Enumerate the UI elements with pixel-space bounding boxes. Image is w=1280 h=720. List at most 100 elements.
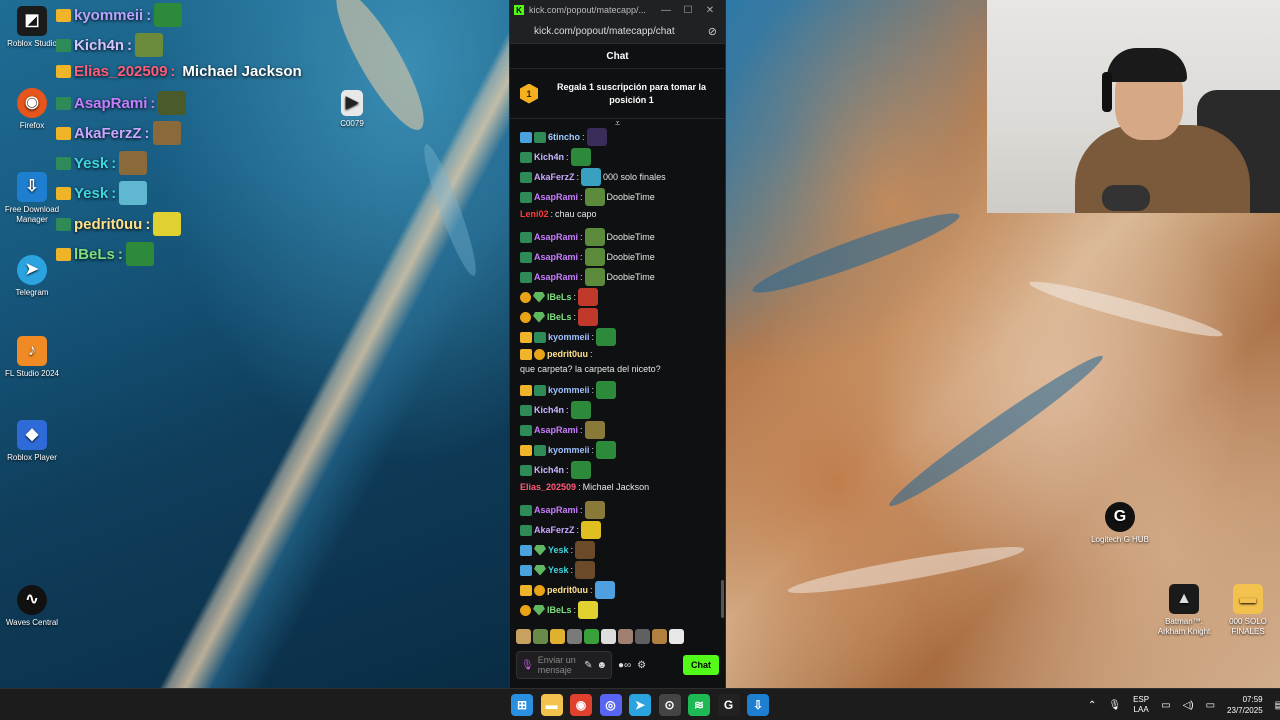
gift-badge-icon[interactable] bbox=[534, 584, 545, 596]
emote-image[interactable] bbox=[575, 541, 596, 559]
sub-badge-icon[interactable] bbox=[534, 384, 546, 396]
mod-badge-icon[interactable] bbox=[533, 291, 545, 303]
chat-message[interactable]: AsapRami: bbox=[520, 421, 716, 439]
clock[interactable]: 07:59 23/7/2025 bbox=[1227, 694, 1263, 716]
og-badge-icon[interactable] bbox=[520, 384, 532, 396]
chat-message[interactable]: AsapRami: DoobieTime bbox=[520, 228, 716, 246]
emote-image[interactable] bbox=[594, 581, 615, 599]
quick-emote-icon[interactable] bbox=[635, 628, 650, 644]
discord-icon[interactable]: ◎ bbox=[599, 694, 622, 716]
chat-message[interactable]: pedrit0uu: bbox=[520, 581, 716, 599]
chat-username[interactable]: kyommeii bbox=[548, 331, 590, 344]
chat-message[interactable]: lBeLs: bbox=[520, 288, 716, 306]
chat-message[interactable]: 6tincho: bbox=[520, 128, 716, 146]
battery-icon[interactable]: ▭ bbox=[1206, 700, 1215, 711]
chat-message[interactable]: kyommeii: bbox=[520, 441, 716, 459]
chat-username[interactable]: AsapRami bbox=[534, 271, 578, 284]
chat-scrollbar[interactable] bbox=[721, 580, 724, 618]
quick-emote-icon[interactable] bbox=[652, 628, 667, 644]
language-indicator[interactable]: ESP LAA bbox=[1133, 695, 1149, 715]
fdm-icon[interactable]: ⇩ bbox=[747, 694, 769, 716]
gift-badge-icon[interactable] bbox=[534, 349, 545, 360]
quick-emote-icon[interactable] bbox=[584, 628, 599, 644]
chat-username[interactable]: pedrit0uu bbox=[547, 584, 588, 597]
show-hidden-icons-icon[interactable]: ⌃ bbox=[1088, 700, 1096, 711]
emote-image[interactable] bbox=[596, 381, 617, 399]
emote-image[interactable] bbox=[578, 288, 599, 306]
sub-badge-icon[interactable] bbox=[520, 231, 532, 243]
emoji-icon[interactable]: ☻ bbox=[596, 660, 607, 671]
sub-badge-icon[interactable] bbox=[534, 444, 546, 456]
chat-username[interactable]: AsapRami bbox=[534, 424, 578, 437]
chat-username[interactable]: lBeLs bbox=[547, 311, 572, 324]
quick-emote-icon[interactable] bbox=[669, 628, 684, 644]
desktop-icon-video[interactable]: ▶ C0079 bbox=[320, 90, 384, 129]
chat-username[interactable]: AsapRami bbox=[534, 504, 578, 517]
desktop-icon-roblox-player[interactable]: ◆ Roblox Player bbox=[0, 420, 64, 463]
quick-emote-icon[interactable] bbox=[567, 628, 582, 644]
maximize-button[interactable]: ☐ bbox=[677, 5, 699, 16]
chat-username[interactable]: Elias_202509 bbox=[520, 481, 576, 494]
chrome-icon[interactable]: ◉ bbox=[570, 694, 592, 716]
sub-badge-icon[interactable] bbox=[520, 191, 532, 203]
chat-message[interactable]: AsapRami: DoobieTime bbox=[520, 188, 716, 206]
file-explorer-icon[interactable]: ▬ bbox=[540, 694, 563, 716]
logitech-icon[interactable]: G bbox=[717, 694, 740, 716]
emote-image[interactable] bbox=[578, 308, 599, 326]
quick-emote-icon[interactable] bbox=[550, 628, 565, 644]
minimize-button[interactable]: — bbox=[655, 5, 677, 16]
sub-badge-icon[interactable] bbox=[520, 151, 532, 163]
chat-username[interactable]: lBeLs bbox=[547, 291, 572, 304]
chat-username[interactable]: 6tincho bbox=[548, 131, 580, 144]
settings-gear-icon[interactable]: ⚙ bbox=[637, 660, 646, 671]
mod-badge-icon[interactable] bbox=[534, 544, 546, 556]
mod-badge-icon[interactable] bbox=[534, 564, 546, 576]
chat-username[interactable]: kyommeii bbox=[548, 384, 590, 397]
chat-username[interactable]: AkaFerzZ bbox=[534, 171, 575, 184]
sub-badge-icon[interactable] bbox=[520, 424, 532, 436]
chat-message[interactable]: AsapRami: DoobieTime bbox=[520, 268, 716, 286]
chat-message[interactable]: kyommeii: bbox=[520, 328, 716, 346]
chat-message[interactable]: AsapRami: bbox=[520, 501, 716, 519]
chat-message[interactable]: Yesk: bbox=[520, 561, 716, 579]
og-badge-icon[interactable] bbox=[520, 444, 532, 456]
gift-badge-icon[interactable] bbox=[520, 604, 531, 616]
emote-image[interactable] bbox=[596, 328, 617, 346]
pinned-gift-banner[interactable]: 1 Regala 1 suscripción para tomar la pos… bbox=[510, 69, 725, 119]
network-icon[interactable]: ▭ bbox=[1161, 700, 1170, 711]
desktop-icon-batman[interactable]: ▲ Batman™: Arkham Knight bbox=[1152, 584, 1216, 637]
chat-message[interactable]: AkaFerzZ: 000 solo finales bbox=[520, 168, 716, 186]
emote-picker-icon[interactable]: ✎ bbox=[584, 660, 592, 671]
chat-username[interactable]: Leni02 bbox=[520, 208, 549, 221]
emote-image[interactable] bbox=[584, 501, 605, 519]
sub-badge-icon[interactable] bbox=[520, 464, 532, 476]
chat-message[interactable]: pedrit0uu: que carpeta? la carpeta del ni… bbox=[520, 348, 716, 376]
emote-image[interactable] bbox=[596, 441, 617, 459]
sub-badge-icon[interactable] bbox=[534, 331, 546, 343]
emote-image[interactable] bbox=[578, 601, 599, 619]
emote-image[interactable] bbox=[584, 421, 605, 439]
chat-message-list[interactable]: 6tincho: Kich4n: AkaFerzZ:000 solo finales… bbox=[510, 126, 725, 620]
chat-message[interactable]: Kich4n: bbox=[520, 148, 716, 166]
emote-image[interactable] bbox=[581, 168, 602, 186]
microphone-icon[interactable]: 🎙 bbox=[521, 660, 534, 671]
chat-username[interactable]: AsapRami bbox=[534, 251, 578, 264]
emote-image[interactable] bbox=[570, 401, 591, 419]
emote-image[interactable] bbox=[584, 268, 605, 286]
chat-username[interactable]: Kich4n bbox=[534, 464, 564, 477]
sub-badge-icon[interactable] bbox=[520, 524, 532, 536]
chat-message[interactable]: AsapRami: DoobieTime bbox=[520, 248, 716, 266]
sub-badge-icon[interactable] bbox=[520, 404, 532, 416]
vip-badge-icon[interactable] bbox=[520, 544, 532, 556]
volume-icon[interactable]: ◁) bbox=[1183, 700, 1194, 711]
send-chat-button[interactable]: Chat bbox=[683, 655, 719, 675]
chat-username[interactable]: pedrit0uu bbox=[547, 348, 588, 361]
og-badge-icon[interactable] bbox=[520, 349, 532, 360]
start-icon[interactable]: ⊞ bbox=[511, 694, 533, 716]
emote-image[interactable] bbox=[584, 248, 605, 266]
sub-badge-icon[interactable] bbox=[520, 171, 532, 183]
obs-icon[interactable]: ⊙ bbox=[658, 694, 681, 716]
chat-message[interactable]: lBeLs: bbox=[520, 601, 716, 619]
desktop-icon-waves[interactable]: ∿ Waves Central bbox=[0, 585, 64, 628]
emote-image[interactable] bbox=[581, 521, 602, 539]
